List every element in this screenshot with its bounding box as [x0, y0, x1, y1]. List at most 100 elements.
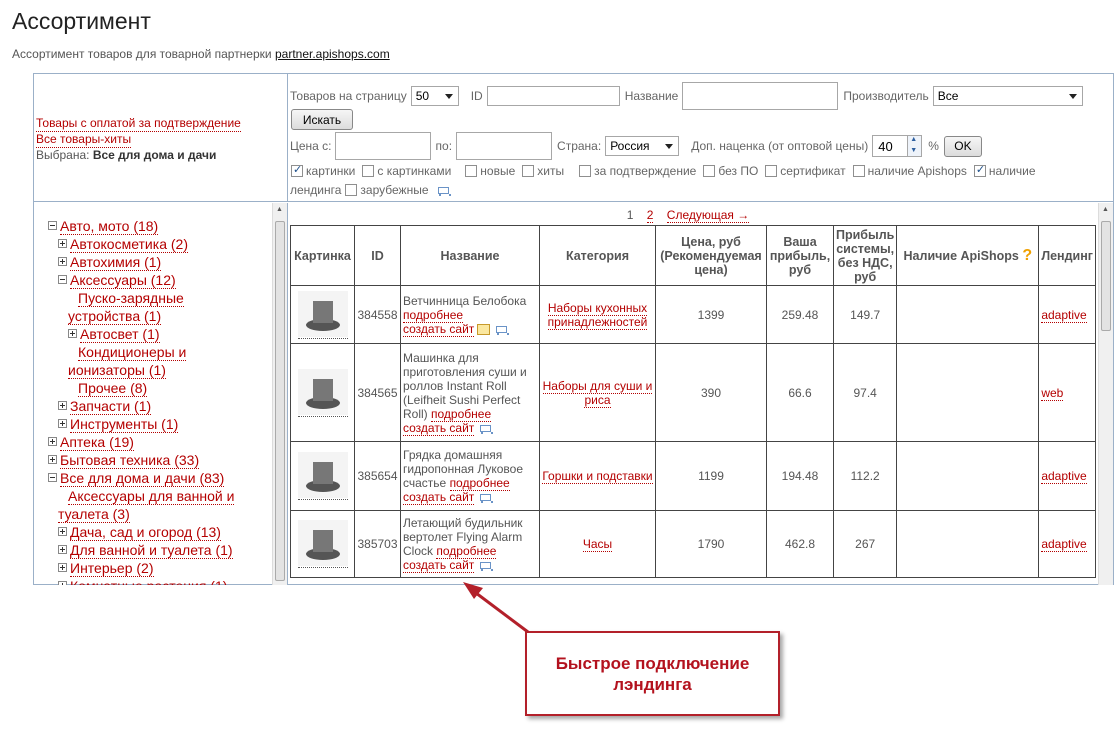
- tree-item-link[interactable]: Аксессуары для ванной и: [68, 488, 235, 505]
- more-link[interactable]: подробнее: [449, 476, 510, 491]
- collapse-icon[interactable]: [48, 221, 57, 230]
- tree-item-link[interactable]: Комнатные растения (1): [70, 578, 228, 585]
- tree-item-link[interactable]: Для ванной и туалета (1): [70, 542, 233, 559]
- tree-scrollbar[interactable]: ▲: [272, 203, 287, 585]
- category-link[interactable]: Наборы кухонных принадлежностей: [547, 300, 648, 330]
- cart-icon[interactable]: [478, 560, 493, 572]
- cart-icon[interactable]: [478, 492, 493, 504]
- id-input[interactable]: [486, 86, 620, 106]
- create-site-link[interactable]: создать сайт: [403, 558, 475, 573]
- product-image[interactable]: [297, 368, 348, 417]
- expand-icon[interactable]: [58, 419, 67, 428]
- per-page-select[interactable]: 50: [410, 86, 459, 106]
- landing-link[interactable]: adaptive: [1041, 307, 1087, 323]
- expand-icon[interactable]: [58, 401, 67, 410]
- tree-item-link[interactable]: Аксессуары (12): [70, 272, 176, 289]
- tree-item-link[interactable]: Автокосметика (2): [70, 236, 188, 253]
- filter-checkbox[interactable]: сертификат: [765, 164, 846, 178]
- tree-item-link[interactable]: Все для дома и дачи (83): [60, 470, 225, 487]
- filter-checkbox[interactable]: с картинками: [362, 164, 451, 178]
- foreign-checkbox[interactable]: зарубежные: [345, 183, 429, 197]
- tree-scroll-thumb[interactable]: [275, 221, 285, 581]
- table-scroll-thumb[interactable]: [1101, 221, 1111, 331]
- partner-link[interactable]: partner.apishops.com: [275, 47, 390, 61]
- ok-button[interactable]: OK: [943, 135, 982, 157]
- filter-checkbox[interactable]: новые: [465, 164, 515, 178]
- product-image[interactable]: [297, 452, 348, 500]
- create-site-link[interactable]: создать сайт: [403, 490, 475, 505]
- hits-link[interactable]: Все товары-хиты: [36, 132, 132, 148]
- expand-icon[interactable]: [48, 455, 57, 464]
- category-link[interactable]: Горшки и подставки: [542, 469, 653, 484]
- expand-icon[interactable]: [48, 437, 57, 446]
- create-site-link[interactable]: создать сайт: [403, 420, 475, 436]
- filter-checkbox[interactable]: без ПО: [703, 164, 758, 178]
- markup-input[interactable]: 40: [872, 135, 909, 157]
- filter-checkbox[interactable]: за подтверждение: [579, 164, 696, 178]
- maker-select[interactable]: Все: [932, 86, 1083, 106]
- checkbox-box[interactable]: [973, 163, 986, 177]
- filter-checkbox[interactable]: хиты: [522, 164, 564, 178]
- checkbox-box[interactable]: [291, 163, 303, 177]
- page-2-link[interactable]: 2: [646, 208, 654, 223]
- tree-item-link[interactable]: устройства (1): [68, 308, 162, 325]
- next-page-link[interactable]: Следующая →: [666, 208, 750, 223]
- tree-item-link[interactable]: Запчасти (1): [70, 398, 152, 415]
- price-from-input[interactable]: [334, 132, 431, 160]
- expand-icon[interactable]: [58, 581, 67, 585]
- tree-item-link[interactable]: Инструменты (1): [70, 416, 179, 433]
- landing-link[interactable]: adaptive: [1041, 537, 1087, 552]
- checkbox-box[interactable]: [703, 165, 716, 177]
- markup-spinner[interactable]: [908, 135, 923, 157]
- expand-icon[interactable]: [58, 527, 67, 536]
- tree-item-link[interactable]: Авто, мото (18): [60, 218, 159, 235]
- scroll-up-icon[interactable]: ▲: [276, 206, 283, 213]
- checkbox-box[interactable]: [852, 165, 865, 177]
- checkbox-box[interactable]: [362, 165, 375, 177]
- expand-icon[interactable]: [58, 563, 67, 572]
- tree-item-link[interactable]: ионизаторы (1): [68, 362, 166, 379]
- tree-item-link[interactable]: Пуско-зарядные: [78, 290, 184, 307]
- landing-link[interactable]: adaptive: [1041, 469, 1087, 484]
- help-icon[interactable]: ?: [1022, 247, 1032, 264]
- collapse-icon[interactable]: [48, 473, 57, 482]
- filter-checkbox[interactable]: наличие Apishops: [852, 164, 967, 178]
- tree-item-link[interactable]: Прочее (8): [78, 380, 148, 397]
- tree-item-link[interactable]: Кондиционеры и: [78, 344, 187, 361]
- cart-icon[interactable]: [494, 324, 509, 335]
- expand-icon[interactable]: [58, 239, 67, 248]
- name-input[interactable]: [682, 82, 839, 110]
- filter-checkbox[interactable]: наличие: [973, 163, 1036, 178]
- more-link[interactable]: подробнее: [403, 307, 464, 323]
- paid-confirmation-link[interactable]: Товары с оплатой за подтверждение: [36, 116, 241, 132]
- table-scrollbar[interactable]: ▲: [1098, 203, 1113, 585]
- checkbox-box[interactable]: [465, 165, 478, 177]
- note-icon[interactable]: [477, 323, 491, 335]
- tree-item-link[interactable]: Интерьер (2): [70, 560, 154, 577]
- create-site-link[interactable]: создать сайт: [403, 321, 475, 337]
- tree-item-link[interactable]: Бытовая техника (33): [60, 452, 200, 469]
- checkbox-box[interactable]: [522, 165, 535, 177]
- checkbox-box[interactable]: [765, 165, 778, 177]
- landing-link[interactable]: web: [1041, 385, 1064, 401]
- scroll-up-icon[interactable]: ▲: [1102, 206, 1109, 213]
- tree-item-link[interactable]: Аптека (19): [60, 434, 134, 451]
- category-link[interactable]: Наборы для суши и риса: [542, 378, 653, 408]
- more-link[interactable]: подробнее: [431, 406, 492, 422]
- expand-icon[interactable]: [68, 329, 77, 338]
- country-select[interactable]: Россия: [605, 136, 680, 156]
- checkbox-box[interactable]: [579, 165, 592, 177]
- search-button[interactable]: Искать: [291, 109, 353, 130]
- tree-item-link[interactable]: Дача, сад и огород (13): [70, 524, 221, 541]
- filter-checkbox[interactable]: картинки: [291, 163, 355, 178]
- tree-item-link[interactable]: Автосвет (1): [80, 326, 160, 343]
- tree-item-link[interactable]: Автохимия (1): [70, 254, 162, 271]
- price-to-input[interactable]: [456, 132, 553, 160]
- product-image[interactable]: [297, 520, 348, 568]
- page-current[interactable]: 1: [627, 208, 634, 222]
- cart-icon[interactable]: [478, 423, 493, 434]
- tree-item-link[interactable]: туалета (3): [58, 506, 130, 523]
- collapse-icon[interactable]: [58, 275, 67, 284]
- checkbox-box[interactable]: [345, 184, 358, 196]
- more-link[interactable]: подробнее: [436, 544, 497, 559]
